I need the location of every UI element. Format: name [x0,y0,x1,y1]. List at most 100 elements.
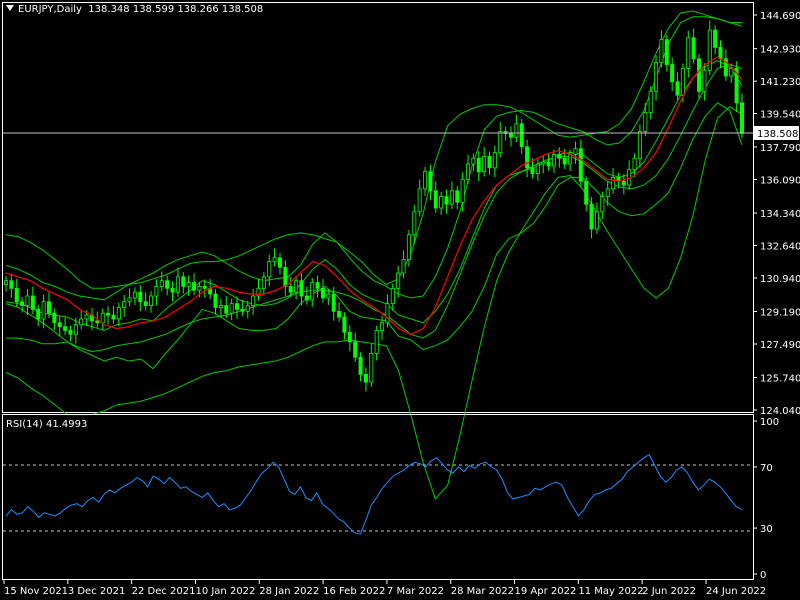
rsi-tick-label: 0 [760,570,766,581]
time-tick-label: 11 May 2022 [578,586,643,597]
candle-body [229,303,234,314]
candle-body [686,37,691,69]
candle-body [154,286,159,297]
chart-symbol: EURJPY,Daily [18,4,82,15]
rsi-pane-frame [2,414,754,580]
candle-body [417,188,422,213]
price-tick-label: 142.930 [760,45,800,56]
collapse-triangle-icon[interactable] [6,5,14,11]
chart-ohlc: 138.348 138.599 138.266 138.508 [88,4,264,15]
candle-body [707,29,712,71]
price-tick-label: 130.940 [760,274,800,285]
candle-body [14,287,19,303]
candle-body [713,29,718,48]
candle-body [95,320,100,324]
candle-body [589,203,594,230]
candle-body [240,308,245,312]
time-tick-label: 7 Mar 2022 [387,586,444,597]
candle-body [170,287,175,293]
candle-body [186,282,191,287]
candle-body [261,276,266,289]
price-tick-label: 134.340 [760,209,800,220]
current-price-label: 138.508 [753,126,799,140]
candle-body [401,259,406,274]
current-price-value: 138.508 [757,129,798,140]
candle-body [530,167,535,174]
candle-body [202,286,207,289]
candle-body [697,58,702,92]
candle-body [374,330,379,354]
candle-body [476,157,481,173]
candle-body [508,133,513,138]
candle-body [487,155,492,169]
band-line [5,60,743,331]
rsi-tick-label: 100 [760,417,779,428]
candle-body [594,211,599,230]
time-tick-label: 22 Dec 2021 [132,586,196,597]
candle-body [25,295,30,306]
candle-body [267,261,272,278]
chart-header: EURJPY,Daily 138.348 138.599 138.266 138… [6,4,263,15]
price-tick-label: 141.230 [760,77,800,88]
candle-body [181,276,186,287]
candle-body [670,64,675,83]
candle-body [466,163,471,180]
price-tick-label: 125.740 [760,373,800,384]
candle-body [363,374,368,383]
candle-body [116,307,121,320]
candle-body [600,196,605,213]
candle-body [740,102,745,134]
band-line [5,10,742,289]
candle-body [648,90,653,113]
candle-body [729,67,734,77]
candle-body [132,291,137,299]
candle-body [659,39,664,64]
candle-body [654,62,659,92]
candle-body [192,282,197,291]
candle-body [20,301,25,306]
rsi-series-line [5,454,743,535]
rsi-tick-label: 30 [760,524,773,535]
candle-body [122,301,127,308]
price-tick-label: 132.640 [760,241,800,252]
candle-body [197,286,202,291]
candle-body [551,154,556,167]
candle-body [138,291,143,303]
candle-body [433,190,438,209]
candle-body [482,155,487,173]
band-line [5,16,743,301]
candle-body [562,157,567,165]
price-tick-label: 129.190 [760,307,800,318]
candle-body [235,303,240,310]
candle-body [664,39,669,65]
candle-body [444,196,449,205]
price-pane [2,2,754,500]
trading-chart: 144.690 142.930 141.230 139.540 137.790 136.0… [2,2,800,597]
candle-body [315,282,320,289]
candle-body [541,161,546,165]
candle-body [277,257,282,268]
time-axis: 15 Nov 2021 3 Dec 2021 22 Dec 2021 10 Jan 2… [3,580,766,597]
candle-body [492,152,497,169]
candle-body [439,196,444,209]
time-tick-label: 24 Jun 2022 [706,586,766,597]
candle-body [621,180,626,186]
candle-body [224,305,229,314]
candle-body [568,154,573,165]
candle-body [358,356,363,375]
candle-body [79,318,84,326]
candle-body [611,176,616,190]
candle-body [525,146,530,169]
candle-body [283,266,288,287]
candle-body [299,280,304,297]
price-tick-label: 127.490 [760,340,800,351]
candle-body [304,295,309,301]
candle-body [347,331,352,343]
candle-body [573,148,578,155]
rsi-line [5,454,743,535]
candle-body [213,293,218,308]
candles [4,20,745,392]
candle-body [245,305,250,312]
candle-body [165,280,170,289]
rsi-value: 41.4993 [45,419,88,430]
